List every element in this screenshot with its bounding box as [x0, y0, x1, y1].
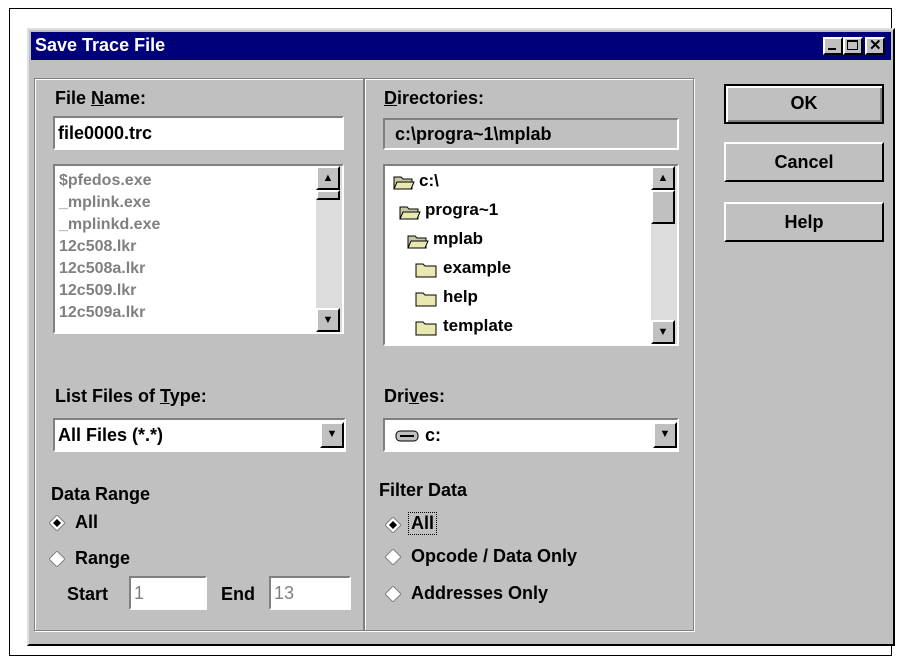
scroll-down-button[interactable]: ▼ — [651, 320, 675, 344]
directory-item[interactable]: help — [443, 287, 478, 307]
radio-button[interactable] — [49, 551, 65, 567]
radio-button[interactable] — [385, 549, 401, 565]
close-button[interactable]: ✕ — [865, 37, 885, 55]
save-trace-file-dialog: Save Trace File ✕ File Name: file0000.tr… — [27, 28, 895, 646]
open-folder-icon — [399, 206, 421, 220]
end-label: End — [221, 584, 255, 604]
file-list[interactable]: $pfedos.exe _mplink.exe _mplinkd.exe 12c… — [53, 164, 344, 334]
directory-item[interactable]: c:\ — [419, 171, 439, 191]
radio-label[interactable]: Range — [75, 548, 130, 569]
open-folder-icon — [393, 176, 415, 190]
file-type-value: All Files (*.*) — [58, 425, 164, 445]
file-name-value: file0000.trc — [58, 123, 153, 143]
arrow-up-icon: ▲ — [322, 172, 334, 184]
ok-button[interactable]: OK — [724, 84, 884, 124]
open-folder-icon — [407, 235, 429, 249]
file-list-scrollbar[interactable]: ▲ ▼ — [316, 166, 342, 332]
folder-icon — [415, 292, 437, 307]
scroll-up-button[interactable]: ▲ — [316, 166, 340, 190]
minimize-button[interactable] — [823, 37, 843, 55]
drives-label: Drives: — [384, 386, 446, 406]
directory-item[interactable]: progra~1 — [425, 200, 498, 220]
list-item[interactable]: 12c508.lkr — [59, 238, 136, 256]
close-icon: ✕ — [869, 37, 882, 54]
radio-button-selected[interactable] — [385, 517, 401, 533]
arrow-down-icon: ▼ — [322, 314, 334, 326]
directory-item[interactable]: mplab — [433, 229, 483, 249]
help-button[interactable]: Help — [724, 202, 884, 242]
dropdown-button[interactable]: ▼ — [320, 422, 344, 448]
start-input[interactable]: 1 — [129, 576, 207, 610]
list-item[interactable]: 12c508a.lkr — [59, 260, 145, 278]
minimize-icon — [828, 48, 836, 50]
scroll-down-button[interactable]: ▼ — [316, 308, 340, 332]
radio-label[interactable]: Opcode / Data Only — [411, 546, 577, 567]
drives-select[interactable]: c: ▼ — [383, 418, 679, 452]
directory-tree[interactable]: c:\ progra~1 mplab example help template… — [383, 164, 679, 346]
current-directory-display: c:\progra~1\mplab — [383, 118, 679, 150]
cancel-button[interactable]: Cancel — [724, 142, 884, 182]
radio-button[interactable] — [385, 586, 401, 602]
radio-label[interactable]: Addresses Only — [411, 583, 548, 604]
scroll-thumb[interactable] — [316, 190, 340, 200]
current-directory: c:\progra~1\mplab — [395, 124, 552, 144]
start-label: Start — [67, 584, 109, 604]
drive-icon — [395, 430, 419, 442]
list-item[interactable]: _mplink.exe — [59, 194, 151, 212]
folder-icon — [415, 321, 437, 336]
radio-label[interactable]: All — [75, 512, 98, 533]
directories-label: Directories: — [384, 88, 485, 108]
file-type-label: List Files of Type: — [55, 386, 207, 406]
window-title: Save Trace File — [35, 35, 166, 55]
directory-item[interactable]: example — [443, 258, 511, 278]
drive-value: c: — [425, 425, 442, 445]
title-bar[interactable]: Save Trace File ✕ — [31, 32, 891, 60]
arrow-down-icon: ▼ — [657, 326, 669, 338]
file-name-input[interactable]: file0000.trc — [53, 116, 344, 150]
file-name-label: File Name: — [55, 88, 147, 108]
directory-item[interactable]: template — [443, 316, 513, 336]
file-type-select[interactable]: All Files (*.*) ▼ — [53, 418, 346, 452]
list-item[interactable]: 12c509a.lkr — [59, 304, 145, 322]
chevron-down-icon: ▼ — [326, 428, 338, 440]
end-input[interactable]: 13 — [269, 576, 351, 610]
scroll-up-button[interactable]: ▲ — [651, 166, 675, 190]
folder-icon — [415, 263, 437, 278]
list-item[interactable]: $pfedos.exe — [59, 172, 151, 190]
data-range-label: Data Range — [51, 484, 151, 504]
radio-button-selected[interactable] — [49, 515, 65, 531]
directory-scrollbar[interactable]: ▲ ▼ — [651, 166, 677, 344]
scroll-thumb[interactable] — [651, 190, 675, 224]
maximize-icon — [847, 40, 858, 50]
chevron-down-icon: ▼ — [659, 428, 671, 440]
list-item[interactable]: 12c509.lkr — [59, 282, 136, 300]
filter-data-label: Filter Data — [379, 480, 468, 500]
arrow-up-icon: ▲ — [657, 172, 669, 184]
list-item[interactable]: _mplinkd.exe — [59, 216, 160, 234]
radio-label[interactable]: All — [407, 512, 438, 535]
dropdown-button[interactable]: ▼ — [653, 422, 677, 448]
maximize-button[interactable] — [843, 37, 863, 55]
